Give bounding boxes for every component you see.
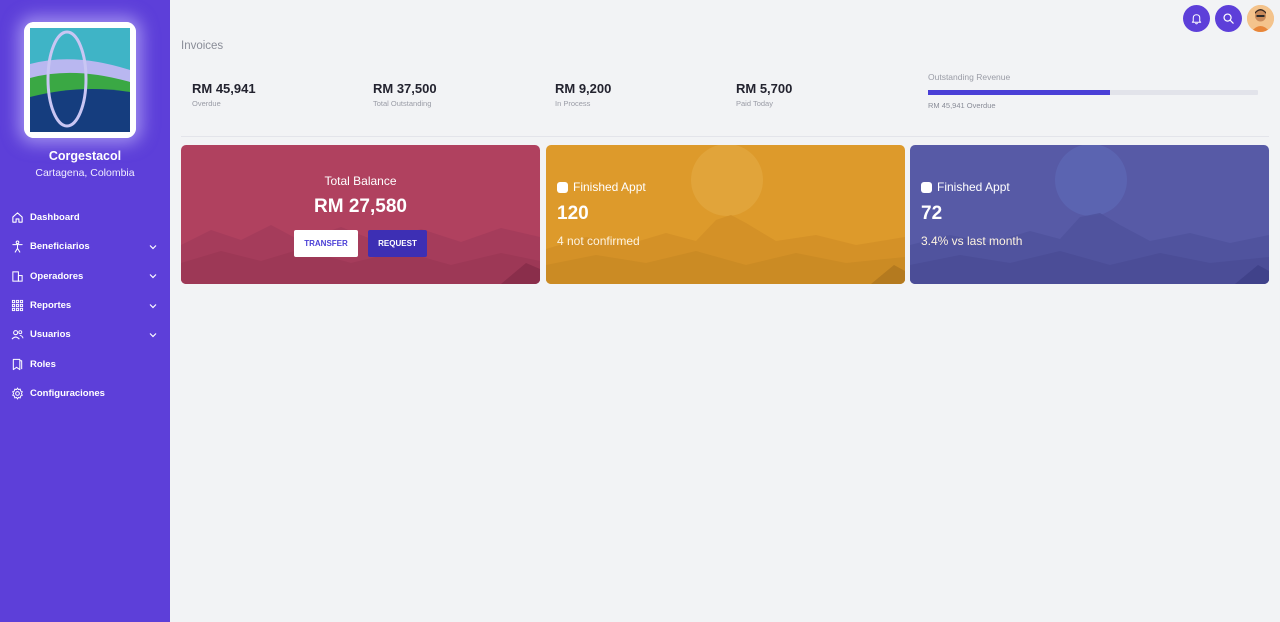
sidebar-item-reportes[interactable]: Reportes: [0, 291, 170, 320]
grid-icon: [11, 299, 24, 312]
balance-title: Total Balance: [324, 174, 397, 188]
stat-value: RM 9,200: [555, 81, 612, 96]
chevron-down-icon[interactable]: [148, 271, 158, 281]
sidebar-item-label: Beneficiarios: [30, 241, 90, 253]
gear-icon: [11, 387, 24, 400]
sidebar-item-label: Usuarios: [30, 329, 71, 341]
stat-label: Total Outstanding: [373, 99, 432, 108]
stat-in-process: RM 9,200 In Process: [555, 81, 611, 108]
revenue-progress-fill: [928, 90, 1110, 95]
chevron-down-icon[interactable]: [148, 330, 158, 340]
stat-overdue: RM 45,941 Overdue: [192, 81, 256, 108]
bell-icon: [1191, 14, 1202, 25]
stat-label: Overdue: [192, 99, 221, 108]
balance-card-content: Total Balance RM 27,580 TRANSFER REQUEST: [181, 145, 540, 284]
sidebar-item-beneficiarios[interactable]: Beneficiarios: [0, 232, 170, 261]
sidebar-item-operadores[interactable]: Operadores: [0, 262, 170, 291]
checkbox-icon: [557, 181, 568, 193]
sidebar-item-label: Roles: [30, 358, 56, 370]
sidebar-item-usuarios[interactable]: Usuarios: [0, 320, 170, 349]
stat-value: RM 37,500: [373, 81, 437, 96]
avatar[interactable]: [1247, 5, 1274, 32]
top-toolbar: [1183, 5, 1274, 32]
appt-value: 72: [921, 203, 943, 224]
finished-appt-card: Finished Appt 120 4 not confirmed: [546, 145, 905, 284]
sidebar-item-label: Dashboard: [30, 212, 80, 224]
revenue-title: Outstanding Revenue: [928, 72, 1011, 82]
transfer-button[interactable]: TRANSFER: [294, 230, 358, 257]
divider: [181, 136, 1269, 137]
users-icon: [11, 328, 24, 341]
search-icon: [1223, 13, 1234, 24]
home-icon: [11, 211, 24, 224]
appt-title-label: Finished Appt: [573, 180, 646, 194]
sidebar-item-configuraciones[interactable]: Configuraciones: [0, 379, 170, 408]
checkbox-icon: [921, 181, 932, 193]
building-icon: [11, 270, 24, 283]
appt-subtitle: 4 not confirmed: [557, 234, 640, 248]
person-accessibility-icon: [11, 240, 24, 254]
sidebar: Corgestacol Cartagena, Colombia Dashboar…: [0, 0, 170, 622]
request-button[interactable]: REQUEST: [368, 230, 427, 257]
sidebar-item-label: Configuraciones: [30, 387, 105, 399]
stat-value: RM 45,941: [192, 81, 256, 96]
finished-appt-card-2: Finished Appt 72 3.4% vs last month: [910, 145, 1269, 284]
chevron-down-icon[interactable]: [148, 301, 158, 311]
appt-title: Finished Appt: [557, 180, 646, 194]
bookmark-icon: [11, 358, 24, 371]
page-title: Invoices: [181, 40, 224, 52]
user-avatar-icon: [1247, 5, 1274, 32]
org-logo: [24, 22, 136, 138]
stat-value: RM 5,700: [736, 81, 793, 96]
stat-total-outstanding: RM 37,500 Total Outstanding: [373, 81, 437, 108]
sidebar-item-roles[interactable]: Roles: [0, 349, 170, 378]
revenue-progress-track: [928, 90, 1258, 95]
stat-label: Paid Today: [736, 99, 773, 108]
sidebar-item-label: Reportes: [30, 300, 72, 312]
notifications-button[interactable]: [1183, 5, 1210, 32]
revenue-subtitle: RM 45,941 Overdue: [928, 101, 996, 110]
sidebar-nav: Dashboard Beneficiarios Operadores Repor…: [0, 203, 170, 408]
balance-card: Total Balance RM 27,580 TRANSFER REQUEST: [181, 145, 540, 284]
org-name: Corgestacol: [48, 149, 122, 163]
chevron-down-icon[interactable]: [148, 242, 158, 252]
appt-title: Finished Appt: [921, 180, 1010, 194]
finished-appt-content: Finished Appt 120 4 not confirmed: [546, 145, 905, 284]
outstanding-revenue: Outstanding Revenue RM 45,941 Overdue: [928, 72, 1258, 110]
appt-subtitle: 3.4% vs last month: [921, 234, 1023, 248]
search-button[interactable]: [1215, 5, 1242, 32]
stat-paid-today: RM 5,700 Paid Today: [736, 81, 792, 108]
org-location: Cartagena, Colombia: [35, 167, 135, 179]
finished-appt-content: Finished Appt 72 3.4% vs last month: [910, 145, 1269, 284]
sidebar-item-label: Operadores: [30, 270, 84, 282]
appt-value: 120: [557, 203, 589, 224]
appt-title-label: Finished Appt: [937, 180, 1010, 194]
balance-value: RM 27,580: [314, 196, 407, 217]
sidebar-item-dashboard[interactable]: Dashboard: [0, 203, 170, 232]
stat-label: In Process: [555, 99, 591, 108]
